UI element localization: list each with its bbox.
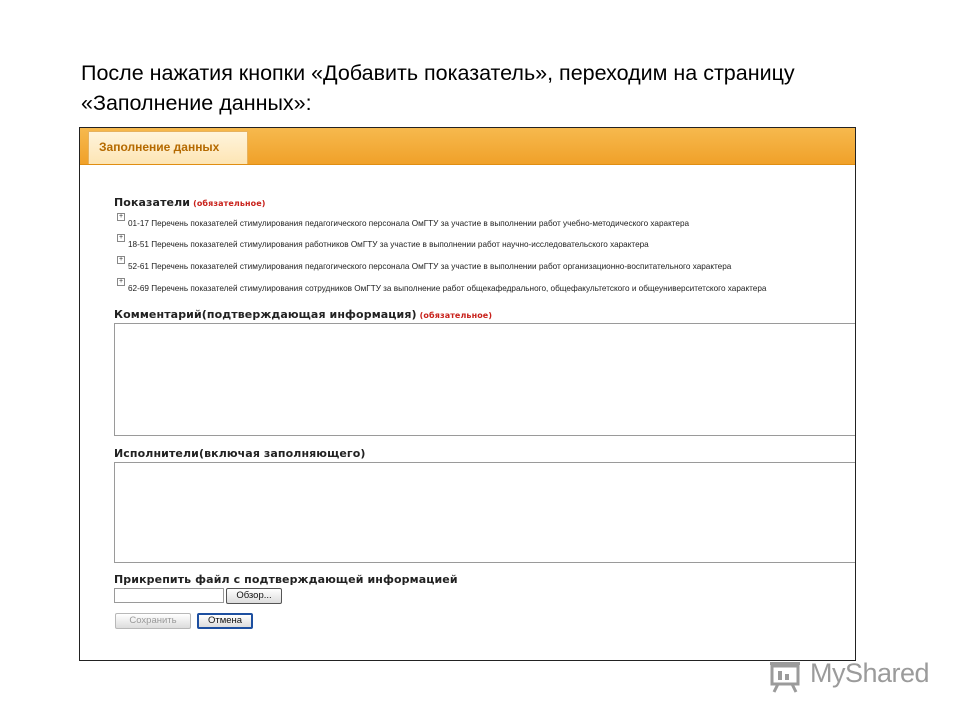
tree-item-label[interactable]: 18-51 Перечень показателей стимулировани… (128, 240, 649, 249)
indicators-label: Показатели (114, 196, 191, 209)
expand-icon[interactable]: + (117, 278, 125, 286)
attach-file-label: Прикрепить файл с подтверждающей информа… (114, 573, 458, 586)
indicators-label-row: Показатели (обязательное) (114, 196, 266, 209)
slide-title-line-2: «Заполнение данных»: (81, 91, 312, 115)
tree-item-label[interactable]: 62-69 Перечень показателей стимулировани… (128, 284, 766, 293)
comment-label-row: Комментарий(подтверждающая информация) (о… (114, 308, 492, 321)
expand-icon[interactable]: + (117, 234, 125, 242)
required-marker: (обязательное) (193, 199, 266, 208)
watermark: MyShared (766, 656, 936, 696)
comment-textarea[interactable] (114, 323, 855, 436)
presentation-logo-icon (770, 662, 800, 693)
slide-title-line-1: После нажатия кнопки «Добавить показател… (81, 61, 795, 85)
watermark-text: MyShared (810, 658, 930, 688)
expand-icon[interactable]: + (117, 213, 125, 221)
browse-button[interactable]: Обзор... (226, 588, 282, 604)
slide-title: После нажатия кнопки «Добавить показател… (81, 58, 901, 118)
comment-label: Комментарий(подтверждающая информация) (114, 308, 417, 321)
file-path-input[interactable] (114, 588, 224, 603)
data-entry-form: Заполнение данных Показатели (обязательно… (79, 127, 856, 661)
required-marker: (обязательное) (419, 311, 493, 320)
executors-label: Исполнители(включая заполняющего) (114, 447, 366, 460)
executors-textarea[interactable] (114, 462, 855, 563)
cancel-button[interactable]: Отмена (197, 613, 253, 629)
tree-item-label[interactable]: 01-17 Перечень показателей стимулировани… (128, 219, 689, 228)
expand-icon[interactable]: + (117, 256, 125, 264)
save-button[interactable]: Сохранить (115, 613, 191, 629)
tree-item-label[interactable]: 52-61 Перечень показателей стимулировани… (128, 262, 731, 271)
tab-data-entry[interactable]: Заполнение данных (88, 131, 248, 164)
